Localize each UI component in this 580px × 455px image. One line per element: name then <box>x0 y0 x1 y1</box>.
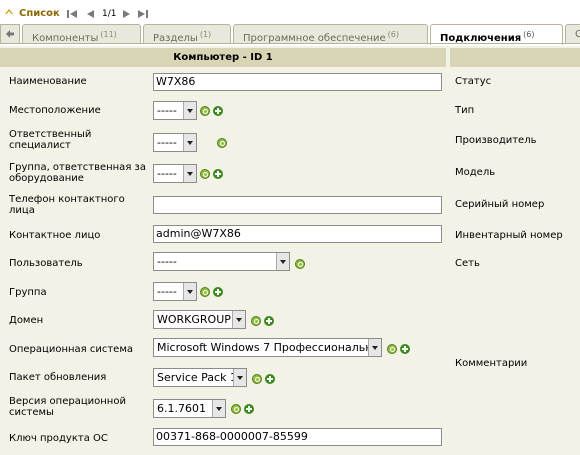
search-icon[interactable] <box>217 138 227 148</box>
location-select[interactable]: ----- <box>153 101 197 120</box>
os-version-select[interactable]: 6.1.7601 <box>153 399 226 418</box>
tab-software[interactable]: Программное обеспечение (6) <box>233 24 428 43</box>
tab-scroll-left[interactable] <box>0 24 20 43</box>
contact-input[interactable]: admin@W7X86 <box>153 225 442 243</box>
form-title: Компьютер - ID 1 <box>0 48 446 67</box>
search-icon[interactable] <box>200 169 210 179</box>
contact-phone-label: Телефон контактного лица <box>9 194 125 216</box>
model-label: Модель <box>455 167 496 178</box>
tab-components[interactable]: Компоненты (11) <box>22 24 141 43</box>
group-label: Группа <box>9 287 47 298</box>
add-icon[interactable] <box>400 344 410 354</box>
arrow-left-icon <box>6 30 14 38</box>
tab-bar: Компоненты (11) Разделы (1) Программное об… <box>0 24 580 45</box>
chevron-down-icon <box>232 311 245 328</box>
chevron-down-icon <box>183 165 196 182</box>
user-select[interactable]: ----- <box>153 252 290 271</box>
search-icon[interactable] <box>200 106 210 116</box>
tab-connections[interactable]: Подключения (6) <box>430 24 563 45</box>
domain-label: Домен <box>9 315 44 326</box>
serial-label: Серийный номер <box>455 199 545 210</box>
product-key-input[interactable]: 00371-868-0000007-85599 <box>153 428 442 446</box>
group-tech-select[interactable]: ----- <box>153 164 197 183</box>
os-select[interactable]: Microsoft Windows 7 Профессиональная <box>153 338 382 357</box>
tab-more[interactable]: С <box>565 24 580 43</box>
add-icon[interactable] <box>265 374 275 384</box>
add-icon[interactable] <box>213 287 223 297</box>
chevron-up-icon[interactable] <box>5 8 13 16</box>
last-page-icon[interactable] <box>137 8 149 20</box>
contact-label: Контактное лицо <box>9 230 101 241</box>
previous-page-icon[interactable] <box>84 8 96 20</box>
search-icon[interactable] <box>200 287 210 297</box>
search-icon[interactable] <box>295 259 305 269</box>
add-icon[interactable] <box>213 106 223 116</box>
add-icon[interactable] <box>264 316 274 326</box>
name-label: Наименование <box>9 76 87 87</box>
chevron-down-icon <box>183 283 196 300</box>
product-key-label: Ключ продукта ОС <box>9 433 108 444</box>
chevron-down-icon <box>183 134 196 151</box>
comments-label: Комментарии <box>455 358 528 369</box>
network-label: Сеть <box>455 258 480 269</box>
chevron-down-icon <box>183 102 196 119</box>
add-icon[interactable] <box>213 169 223 179</box>
chevron-down-icon <box>368 339 381 356</box>
manufacturer-label: Производитель <box>455 135 537 146</box>
tech-label: Ответственный специалист <box>9 129 92 151</box>
top-navigation-bar: Список 1/1 <box>0 0 580 24</box>
location-label: Местоположение <box>9 105 101 116</box>
group-select[interactable]: ----- <box>153 282 197 301</box>
search-icon[interactable] <box>231 404 241 414</box>
contact-phone-input[interactable] <box>153 196 442 214</box>
next-page-icon[interactable] <box>121 8 133 20</box>
chevron-down-icon <box>233 369 246 386</box>
first-page-icon[interactable] <box>66 8 78 20</box>
status-label: Статус <box>455 76 492 87</box>
add-icon[interactable] <box>244 404 254 414</box>
service-pack-label: Пакет обновления <box>9 372 107 383</box>
pager-count: 1/1 <box>102 9 117 19</box>
computer-form: Компьютер - ID 1 Наименование W7X86 Стат… <box>0 46 580 455</box>
domain-select[interactable]: WORKGROUP <box>153 310 246 329</box>
chevron-down-icon <box>276 253 289 270</box>
list-link[interactable]: Список <box>19 8 60 20</box>
user-label: Пользователь <box>9 258 83 269</box>
inventory-label: Инвентарный номер <box>455 230 563 241</box>
os-label: Операционная система <box>9 344 134 355</box>
name-input[interactable]: W7X86 <box>153 73 442 91</box>
search-icon[interactable] <box>252 374 262 384</box>
service-pack-select[interactable]: Service Pack 1 <box>153 368 247 387</box>
tab-divider <box>0 43 580 44</box>
tab-partitions[interactable]: Разделы (1) <box>143 24 231 43</box>
os-version-label: Версия операционной системы <box>9 396 126 418</box>
search-icon[interactable] <box>387 344 397 354</box>
group-tech-label: Группа, ответственная за оборудование <box>9 162 146 184</box>
tech-select[interactable]: ----- <box>153 133 197 152</box>
type-label: Тип <box>455 105 475 116</box>
search-icon[interactable] <box>251 316 261 326</box>
form-title-right <box>450 48 580 67</box>
chevron-down-icon <box>212 400 225 417</box>
